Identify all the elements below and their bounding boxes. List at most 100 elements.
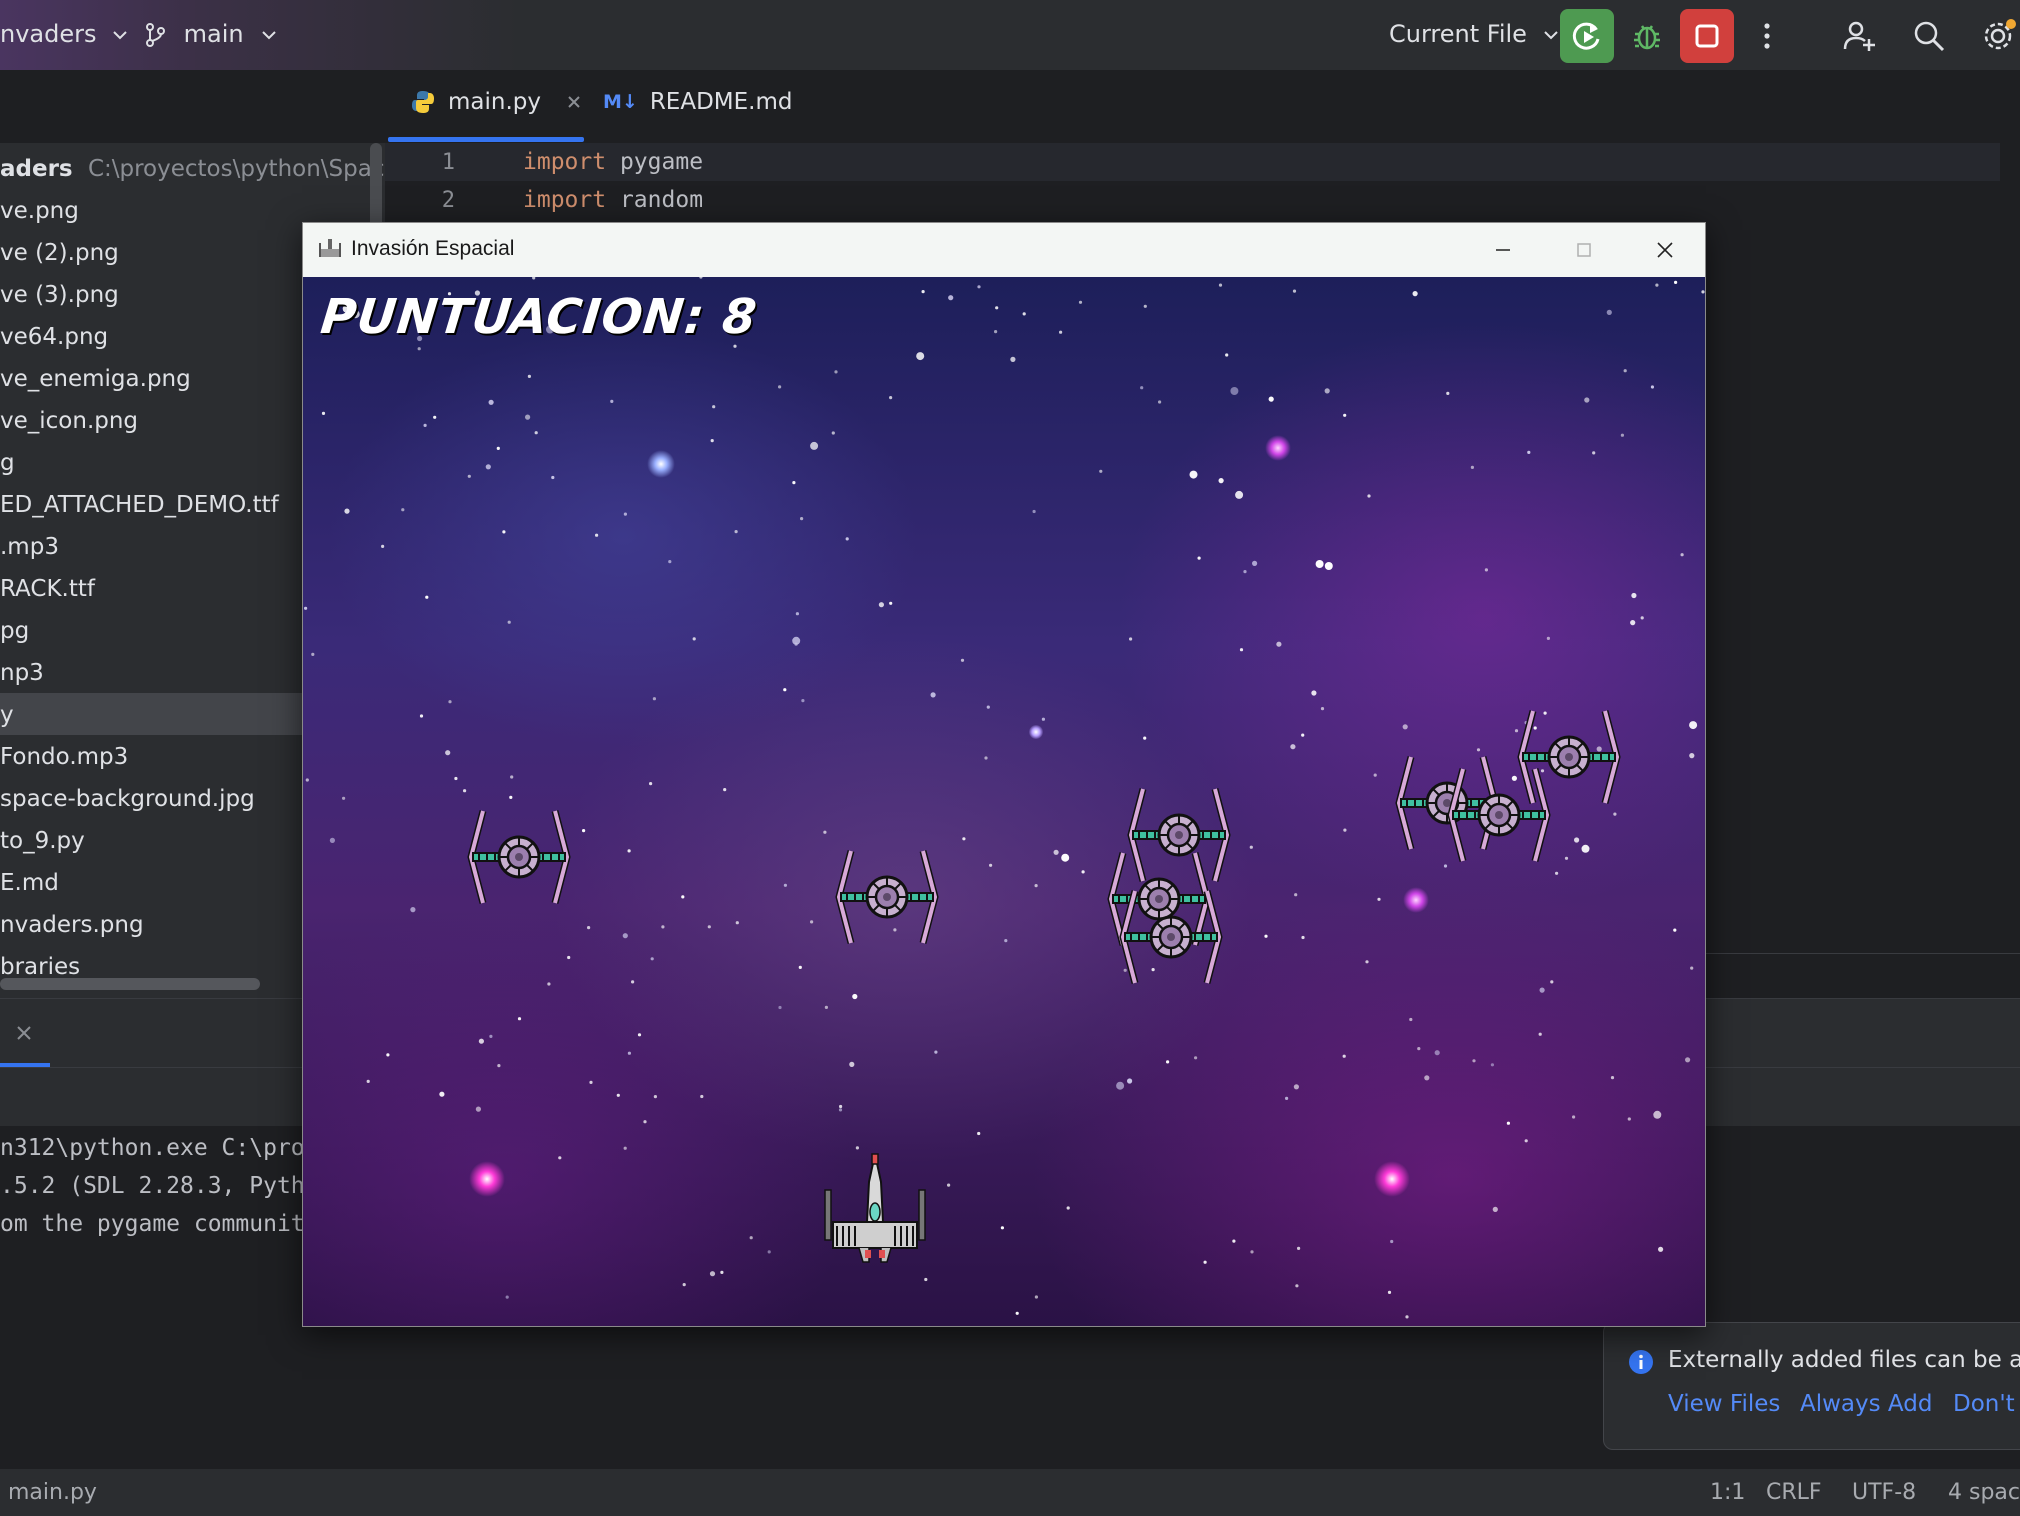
star — [947, 1183, 951, 1187]
close-window-button[interactable] — [1625, 223, 1705, 277]
star — [1293, 1084, 1299, 1090]
tree-item[interactable]: space-background.jpg — [0, 778, 255, 820]
star — [509, 795, 513, 800]
tree-item[interactable]: ve.png — [0, 190, 79, 232]
settings-button[interactable] — [1972, 9, 2020, 63]
star — [778, 1005, 782, 1010]
tree-item[interactable]: ve_enemiga.png — [0, 358, 191, 400]
star — [668, 560, 672, 564]
star — [735, 921, 739, 925]
close-icon[interactable] — [16, 1025, 32, 1041]
star — [800, 517, 804, 521]
tree-item[interactable]: y — [0, 694, 14, 736]
tab-main-py[interactable]: main.py — [410, 89, 581, 115]
more-actions-button[interactable] — [1740, 9, 1794, 63]
tree-item[interactable]: RACK.ttf — [0, 568, 95, 610]
tree-item[interactable]: .mp3 — [0, 526, 59, 568]
code-with-me-button[interactable] — [1832, 9, 1886, 63]
rerun-button[interactable] — [1560, 9, 1614, 63]
star — [839, 1104, 843, 1109]
star — [801, 699, 805, 703]
caret-position[interactable]: 1:1 — [1710, 1480, 1745, 1505]
dont-ask-link[interactable]: Don't A — [1953, 1391, 2020, 1417]
close-icon[interactable] — [567, 95, 581, 109]
star — [1099, 469, 1103, 473]
project-root[interactable]: aders C:\proyectos\python\SpaceIn — [0, 148, 385, 190]
star — [496, 446, 500, 450]
stop-button[interactable] — [1680, 9, 1734, 63]
run-config-selector[interactable]: Current File — [1389, 20, 1559, 48]
star — [1239, 648, 1244, 652]
info-icon — [1629, 1350, 1653, 1374]
tree-item[interactable]: np3 — [0, 652, 44, 694]
star — [707, 925, 711, 929]
tree-item[interactable]: ve64.png — [0, 316, 108, 358]
tree-item[interactable]: Fondo.mp3 — [0, 736, 128, 778]
star — [1143, 304, 1147, 308]
enemy-ship — [1115, 887, 1227, 987]
maximize-button[interactable] — [1544, 223, 1624, 277]
star — [425, 595, 429, 599]
star — [1538, 1032, 1542, 1036]
star — [1232, 1239, 1236, 1243]
tab-label: README.md — [649, 89, 793, 115]
main-toolbar: nvaders main Current File — [0, 0, 2020, 71]
star — [587, 926, 591, 930]
file-encoding[interactable]: UTF-8 — [1852, 1480, 1916, 1505]
indent-setting[interactable]: 4 spac — [1948, 1480, 2020, 1505]
star — [710, 439, 714, 443]
star — [783, 883, 787, 887]
tree-item[interactable]: nvaders.png — [0, 904, 144, 946]
star — [1564, 856, 1569, 860]
tree-item[interactable]: ve (2).png — [0, 232, 119, 274]
project-root-path: C:\proyectos\python\SpaceIn — [87, 156, 385, 182]
star — [889, 396, 893, 400]
always-add-link[interactable]: Always Add — [1800, 1391, 1932, 1417]
star — [410, 907, 416, 913]
line-separator[interactable]: CRLF — [1766, 1480, 1822, 1505]
horizontal-scrollbar[interactable] — [0, 978, 260, 990]
star — [631, 980, 635, 984]
score-display: PUNTUACION: 8 — [318, 289, 760, 345]
view-files-link[interactable]: View Files — [1668, 1391, 1780, 1417]
star — [321, 411, 326, 415]
game-canvas[interactable]: PUNTUACION: 8 — [303, 277, 1705, 1326]
star — [329, 837, 335, 844]
star — [1365, 960, 1369, 964]
star — [489, 1034, 493, 1038]
minimize-button[interactable] — [1463, 223, 1543, 277]
star — [916, 352, 925, 361]
tab-readme-md[interactable]: M↓ README.md — [603, 89, 792, 115]
star — [1606, 309, 1612, 315]
tree-item[interactable]: to_9.py — [0, 820, 85, 862]
stop-icon — [1695, 24, 1719, 48]
star — [1315, 560, 1324, 568]
star — [1034, 1295, 1038, 1299]
debug-button[interactable] — [1620, 9, 1674, 63]
star — [1010, 356, 1016, 362]
star — [419, 714, 424, 718]
star — [1059, 330, 1063, 334]
chevron-down-icon — [113, 31, 127, 40]
tree-item[interactable]: pg — [0, 610, 29, 652]
star — [517, 1017, 522, 1021]
tree-item[interactable]: ve_icon.png — [0, 400, 138, 442]
star — [712, 405, 716, 409]
star — [342, 796, 346, 800]
more-vertical-icon — [1764, 23, 1770, 49]
game-window-titlebar[interactable]: Invasión Espacial — [303, 223, 1705, 277]
star — [1292, 289, 1297, 293]
star — [921, 290, 925, 294]
star — [930, 692, 936, 698]
project-selector[interactable]: nvaders — [0, 20, 128, 48]
branch-selector[interactable]: main — [144, 20, 277, 48]
bright-star — [469, 1161, 505, 1197]
star — [977, 1131, 981, 1136]
search-button[interactable] — [1902, 9, 1956, 63]
tree-item[interactable]: ve (3).png — [0, 274, 119, 316]
tree-item[interactable]: E.md — [0, 862, 59, 904]
star — [1243, 570, 1247, 574]
status-file[interactable]: main.py — [8, 1480, 97, 1505]
tree-item[interactable]: ED_ATTACHED_DEMO.ttf — [0, 484, 279, 526]
tree-item[interactable]: g — [0, 442, 15, 484]
